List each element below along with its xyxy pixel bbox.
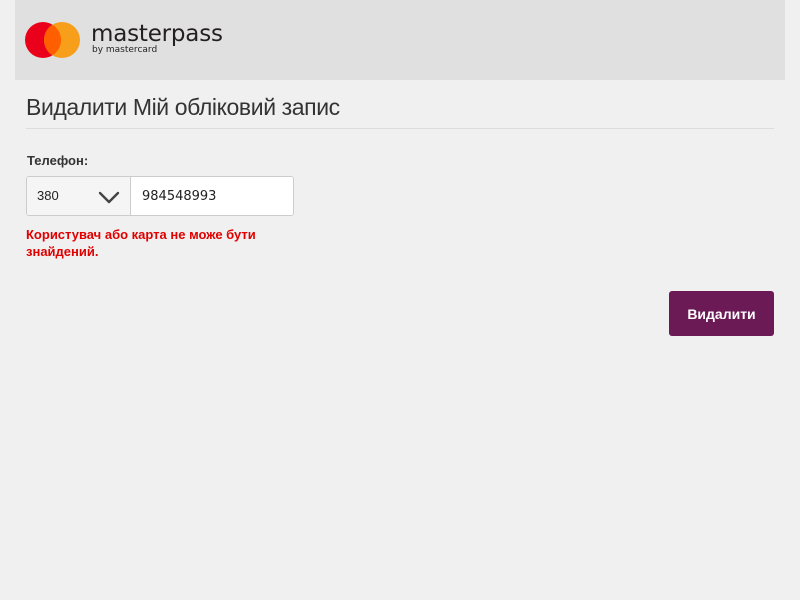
header-bar: masterpass by mastercard bbox=[15, 0, 785, 80]
phone-number-input[interactable] bbox=[131, 177, 293, 215]
phone-field-group: 380 bbox=[26, 176, 294, 216]
title-divider bbox=[26, 128, 774, 129]
mastercard-circles-icon bbox=[25, 22, 80, 58]
masterpass-logo: masterpass by mastercard bbox=[24, 20, 244, 60]
logo-wordmark: masterpass bbox=[91, 21, 223, 47]
error-message: Користувач або карта не може бути знайде… bbox=[26, 227, 256, 259]
logo-byline: by mastercard bbox=[92, 45, 158, 55]
page-title: Видалити Мій обліковий запис bbox=[26, 94, 340, 120]
phone-label: Телефон: bbox=[27, 153, 89, 168]
country-code-value: 380 bbox=[37, 188, 59, 203]
chevron-down-icon bbox=[98, 191, 120, 204]
country-code-select[interactable]: 380 bbox=[27, 177, 131, 215]
delete-button[interactable]: Видалити bbox=[669, 291, 774, 336]
page: masterpass by mastercard Видалити Мій об… bbox=[0, 0, 800, 600]
